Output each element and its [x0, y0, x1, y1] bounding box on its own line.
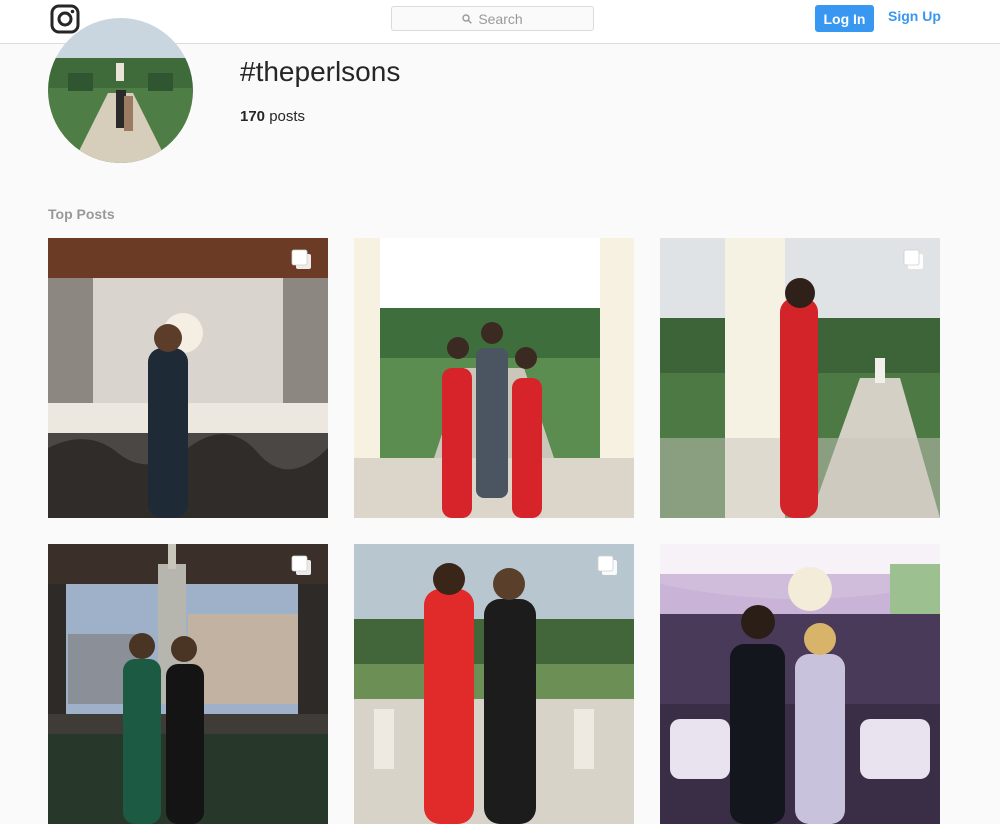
post-tile[interactable] [354, 238, 634, 518]
login-button[interactable]: Log In [815, 5, 874, 32]
search-placeholder: Search [478, 10, 523, 27]
post-photo [48, 544, 328, 824]
post-tile[interactable] [48, 238, 328, 518]
search-input[interactable]: Search [391, 6, 594, 31]
post-tile[interactable] [660, 544, 940, 824]
multiple-photos-icon [291, 555, 311, 575]
multiple-photos-icon [597, 555, 617, 575]
signup-link[interactable]: Sign Up [888, 8, 941, 24]
post-photo [48, 238, 328, 518]
magnifier-icon [462, 13, 473, 24]
post-photo [660, 238, 940, 518]
post-photo [660, 544, 940, 824]
multiple-photos-icon [291, 249, 311, 269]
post-photo [354, 238, 634, 518]
post-count-number: 170 [240, 108, 266, 125]
top-posts-heading: Top Posts [48, 206, 115, 222]
hashtag-avatar [48, 18, 193, 163]
post-count-suffix: posts [269, 108, 306, 125]
hashtag-title: #theperlsons [240, 56, 401, 87]
multiple-photos-icon [903, 249, 923, 269]
post-tile[interactable] [354, 544, 634, 824]
post-tile[interactable] [660, 238, 940, 518]
instagram-glyph-icon[interactable] [50, 4, 80, 34]
post-count: 170 posts [240, 108, 305, 125]
post-photo [354, 544, 634, 824]
post-tile[interactable] [48, 544, 328, 824]
